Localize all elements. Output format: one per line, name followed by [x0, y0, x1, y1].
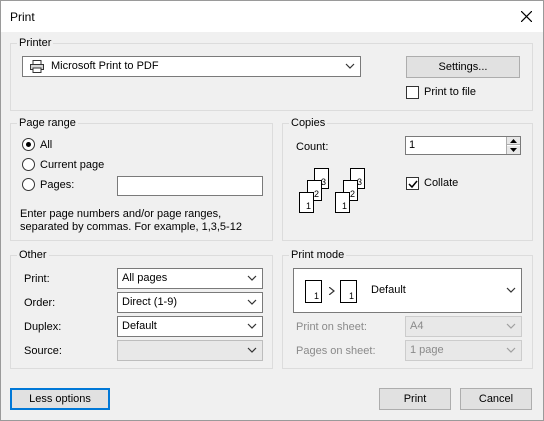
- other-group-label: Other: [17, 249, 49, 261]
- cancel-button[interactable]: Cancel: [460, 388, 532, 410]
- cancel-button-label: Cancel: [478, 393, 514, 405]
- arrow-up-icon: [510, 139, 517, 143]
- chevron-down-icon: [345, 63, 355, 69]
- pages-input[interactable]: [117, 176, 263, 196]
- print-mode-select[interactable]: 1 1 Default: [293, 268, 522, 313]
- settings-button[interactable]: Settings...: [406, 56, 520, 78]
- print-mode-value: Default: [371, 284, 406, 296]
- chevron-down-icon: [506, 347, 516, 353]
- close-button[interactable]: [509, 1, 543, 32]
- printer-select-value: Microsoft Print to PDF: [51, 60, 159, 72]
- print-button-label: Print: [403, 393, 427, 405]
- settings-button-label: Settings...: [438, 61, 488, 73]
- print-mode-group-label: Print mode: [289, 249, 347, 261]
- collate-illustration: 3 2 1 3 2 1: [297, 166, 377, 221]
- close-icon: [520, 11, 532, 22]
- order-value: Direct (1-9): [122, 296, 178, 308]
- print-to-file-label: Print to file: [424, 86, 476, 98]
- title-bar: Print: [1, 1, 543, 32]
- order-label: Order:: [24, 297, 56, 309]
- count-label: Count:: [296, 141, 329, 153]
- chevron-down-icon: [247, 347, 257, 353]
- page-range-hint-line2: separated by commas. For example, 1,3,5-…: [20, 221, 242, 233]
- print-on-sheet-value: A4: [410, 320, 424, 332]
- source-label: Source:: [24, 345, 62, 357]
- radio-current-page[interactable]: [22, 158, 35, 171]
- radio-all[interactable]: [22, 138, 35, 151]
- radio-pages[interactable]: [22, 178, 35, 191]
- page-range-hint-line1: Enter page numbers and/or page ranges,: [20, 208, 222, 220]
- radio-selected-dot: [26, 142, 31, 147]
- radio-current-page-label: Current page: [40, 159, 105, 171]
- pages-on-sheet-label: Pages on sheet:: [296, 345, 376, 357]
- printer-icon: [30, 60, 44, 73]
- chevron-down-icon: [506, 323, 516, 329]
- checkmark-icon: [408, 180, 418, 189]
- page-icon: 1: [340, 280, 357, 303]
- print-on-sheet-label: Print on sheet:: [296, 321, 367, 333]
- pages-on-sheet-value: 1 page: [410, 344, 444, 356]
- spin-down-button[interactable]: [507, 146, 520, 154]
- chevron-down-icon: [247, 299, 257, 305]
- spinner-buttons: [506, 137, 520, 154]
- order-select[interactable]: Direct (1-9): [117, 292, 263, 313]
- chevron-down-icon: [247, 323, 257, 329]
- page-icon: 1: [299, 192, 314, 213]
- print-subset-value: All pages: [122, 272, 168, 284]
- arrow-down-icon: [510, 148, 517, 152]
- chevron-down-icon: [506, 287, 516, 293]
- print-button[interactable]: Print: [379, 388, 451, 410]
- print-to-file-checkbox[interactable]: [406, 86, 419, 99]
- radio-pages-label: Pages:: [40, 179, 75, 191]
- print-subset-select[interactable]: All pages: [117, 268, 263, 289]
- less-options-button-label: Less options: [29, 393, 91, 405]
- chevron-down-icon: [247, 275, 257, 281]
- pages-on-sheet-select[interactable]: 1 page: [405, 340, 522, 361]
- page-icon: 1: [335, 192, 350, 213]
- arrow-right-icon: [329, 287, 335, 295]
- spin-up-button[interactable]: [507, 137, 520, 145]
- collate-label: Collate: [424, 177, 459, 189]
- printer-select[interactable]: Microsoft Print to PDF: [22, 56, 361, 77]
- page-icon: 1: [305, 280, 322, 303]
- print-on-sheet-select[interactable]: A4: [405, 316, 522, 337]
- radio-all-label: All: [40, 139, 53, 151]
- duplex-select[interactable]: Default: [117, 316, 263, 337]
- copies-group-label: Copies: [289, 117, 328, 129]
- duplex-value: Default: [122, 320, 157, 332]
- window-title: Print: [10, 10, 35, 24]
- collate-checkbox[interactable]: [406, 177, 419, 190]
- duplex-label: Duplex:: [24, 321, 62, 333]
- printer-group-label: Printer: [17, 37, 54, 49]
- less-options-button[interactable]: Less options: [10, 388, 110, 410]
- page-range-group-label: Page range: [17, 117, 78, 129]
- count-spinner[interactable]: 1: [405, 136, 521, 155]
- source-select[interactable]: [117, 340, 263, 361]
- print-subset-label: Print:: [24, 273, 50, 285]
- print-dialog: Print Printer Microsoft Print to PDF Set…: [0, 0, 544, 421]
- count-value: 1: [409, 139, 416, 151]
